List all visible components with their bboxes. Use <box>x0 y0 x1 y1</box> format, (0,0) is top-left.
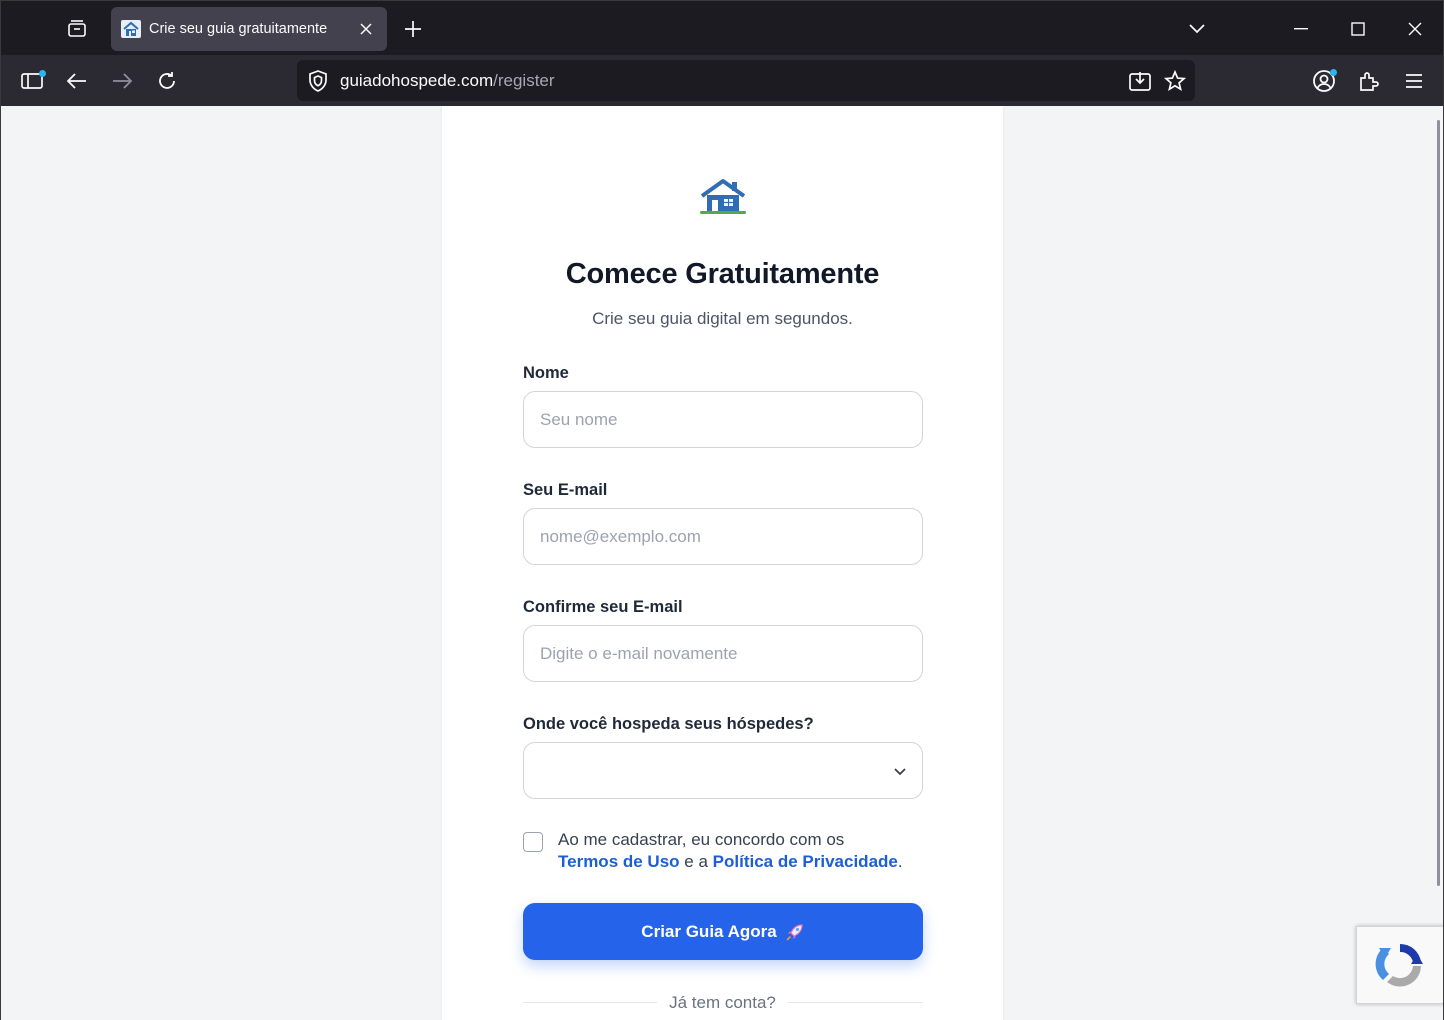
recaptcha-logo-icon <box>1375 943 1423 987</box>
bookmark-star-icon[interactable] <box>1162 68 1188 94</box>
tab-tray-icon[interactable] <box>57 11 97 47</box>
create-guide-button[interactable]: Criar Guia Agora <box>523 903 923 960</box>
download-page-icon[interactable] <box>1127 68 1153 94</box>
url-text: guiadohospede.com/register <box>340 71 555 91</box>
browser-titlebar: Crie seu guia gratuitamente <box>0 0 1444 55</box>
page-title: Comece Gratuitamente <box>565 258 880 290</box>
page-scrollbar[interactable] <box>1437 120 1440 886</box>
forward-arrow-icon[interactable] <box>104 63 140 99</box>
close-window-icon[interactable] <box>1395 11 1435 47</box>
tracking-shield-icon[interactable] <box>307 70 329 92</box>
page-subtitle: Crie seu guia digital em segundos. <box>592 309 853 328</box>
browser-toolbar: guiadohospede.com/register <box>0 55 1444 106</box>
chevron-down-icon <box>894 768 906 776</box>
privacy-policy-link[interactable]: Política de Privacidade <box>713 852 898 871</box>
rocket-icon <box>786 923 803 940</box>
new-tab-plus-icon[interactable] <box>399 15 427 43</box>
hamburger-menu-icon[interactable] <box>1396 63 1432 99</box>
reload-icon[interactable] <box>149 63 185 99</box>
terms-checkbox[interactable] <box>523 832 543 852</box>
divider-text: Já tem conta? <box>442 993 1003 1013</box>
browser-tab-active[interactable]: Crie seu guia gratuitamente <box>111 7 387 51</box>
back-arrow-icon[interactable] <box>59 63 95 99</box>
hosting-label: Onde você hospeda seus hóspedes? <box>523 715 814 733</box>
extensions-puzzle-icon[interactable] <box>1351 63 1387 99</box>
address-bar[interactable]: guiadohospede.com/register <box>297 60 1195 101</box>
account-icon[interactable] <box>1306 63 1342 99</box>
house-favicon-icon <box>121 19 141 39</box>
terms-of-use-link[interactable]: Termos de Uso <box>558 852 680 871</box>
email-confirm-label: Confirme seu E-mail <box>523 598 683 616</box>
chevron-down-icon[interactable] <box>1183 15 1211 43</box>
url-path: /register <box>493 71 555 90</box>
terms-suffix: . <box>897 852 903 871</box>
sidebar-toggle-icon[interactable] <box>14 63 50 99</box>
name-label: Nome <box>523 364 569 382</box>
maximize-window-icon[interactable] <box>1338 11 1378 47</box>
minimize-window-icon[interactable] <box>1281 11 1321 47</box>
create-guide-button-label: Criar Guia Agora <box>641 921 777 941</box>
email-input[interactable] <box>523 508 923 565</box>
already-have-account-text: Já tem conta? <box>657 993 788 1012</box>
hosting-select[interactable] <box>523 742 923 799</box>
close-tab-icon[interactable] <box>355 18 377 40</box>
name-input[interactable] <box>523 391 923 448</box>
house-icon <box>698 178 748 216</box>
email-label: Seu E-mail <box>523 481 608 499</box>
terms-joiner: e a <box>684 852 708 871</box>
tab-title: Crie seu guia gratuitamente <box>149 21 328 37</box>
register-card: Comece Gratuitamente Crie seu guia digit… <box>442 106 1003 1020</box>
email-confirm-input[interactable] <box>523 625 923 682</box>
page-viewport: Comece Gratuitamente Crie seu guia digit… <box>0 106 1444 1020</box>
recaptcha-badge[interactable] <box>1356 926 1443 1004</box>
url-domain: guiadohospede.com <box>340 71 494 90</box>
terms-prefix: Ao me cadastrar, eu concordo com os <box>558 830 845 849</box>
terms-text: Ao me cadastrar, eu concordo com os Term… <box>558 829 938 873</box>
